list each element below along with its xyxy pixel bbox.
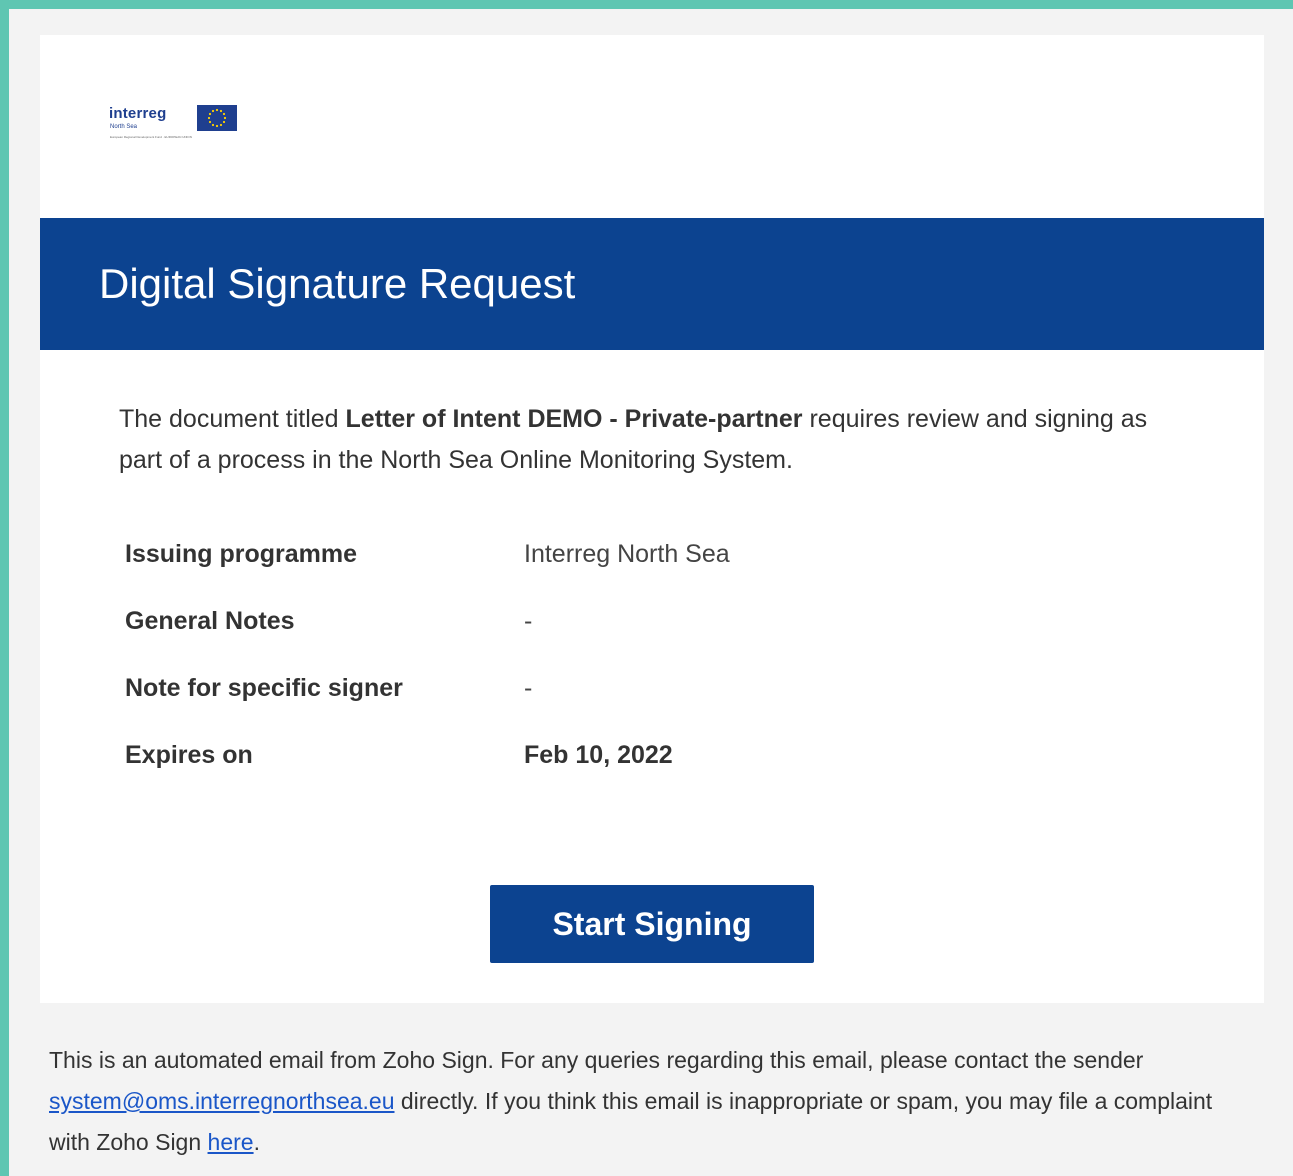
footer-notice: This is an automated email from Zoho Sig… [49,1040,1249,1163]
detail-label: General Notes [125,607,295,635]
detail-row-signer-note: Note for specific signer - [125,674,1025,741]
footer-text-1: This is an automated email from Zoho Sig… [49,1047,1144,1073]
intro-prefix: The document titled [119,405,346,433]
title-banner: Digital Signature Request [40,218,1264,350]
logo-wordmark: interreg [109,105,167,122]
logo-subtitle: North Sea [110,124,138,130]
eu-flag-icon [197,105,237,131]
details-table: Issuing programme Interreg North Sea Gen… [125,540,1025,808]
logo-tagline: European Regional Development Fund · EUR… [110,135,192,139]
intro-paragraph: The document titled Letter of Intent DEM… [119,399,1149,481]
detail-label: Note for specific signer [125,674,403,702]
email-card: interreg North Sea European Regional Dev… [40,35,1264,1003]
detail-row-issuing-programme: Issuing programme Interreg North Sea [125,540,1025,607]
sender-email-link[interactable]: system@oms.interregnorthsea.eu [49,1088,395,1114]
document-title: Letter of Intent DEMO - Private-partner [345,405,803,433]
detail-label: Expires on [125,741,253,769]
detail-label: Issuing programme [125,540,357,568]
complaint-link[interactable]: here [208,1129,254,1155]
detail-row-general-notes: General Notes - [125,607,1025,674]
detail-value: Interreg North Sea [524,540,730,568]
email-frame: interreg North Sea European Regional Dev… [9,9,1293,1176]
detail-value: - [524,674,533,702]
detail-value: - [524,607,533,635]
footer-text-3: . [253,1129,260,1155]
page-title: Digital Signature Request [99,260,576,307]
start-signing-button[interactable]: Start Signing [490,885,814,963]
detail-row-expires-on: Expires on Feb 10, 2022 [125,741,1025,808]
expiry-date: Feb 10, 2022 [524,741,673,769]
interreg-logo: interreg North Sea European Regional Dev… [109,105,239,145]
